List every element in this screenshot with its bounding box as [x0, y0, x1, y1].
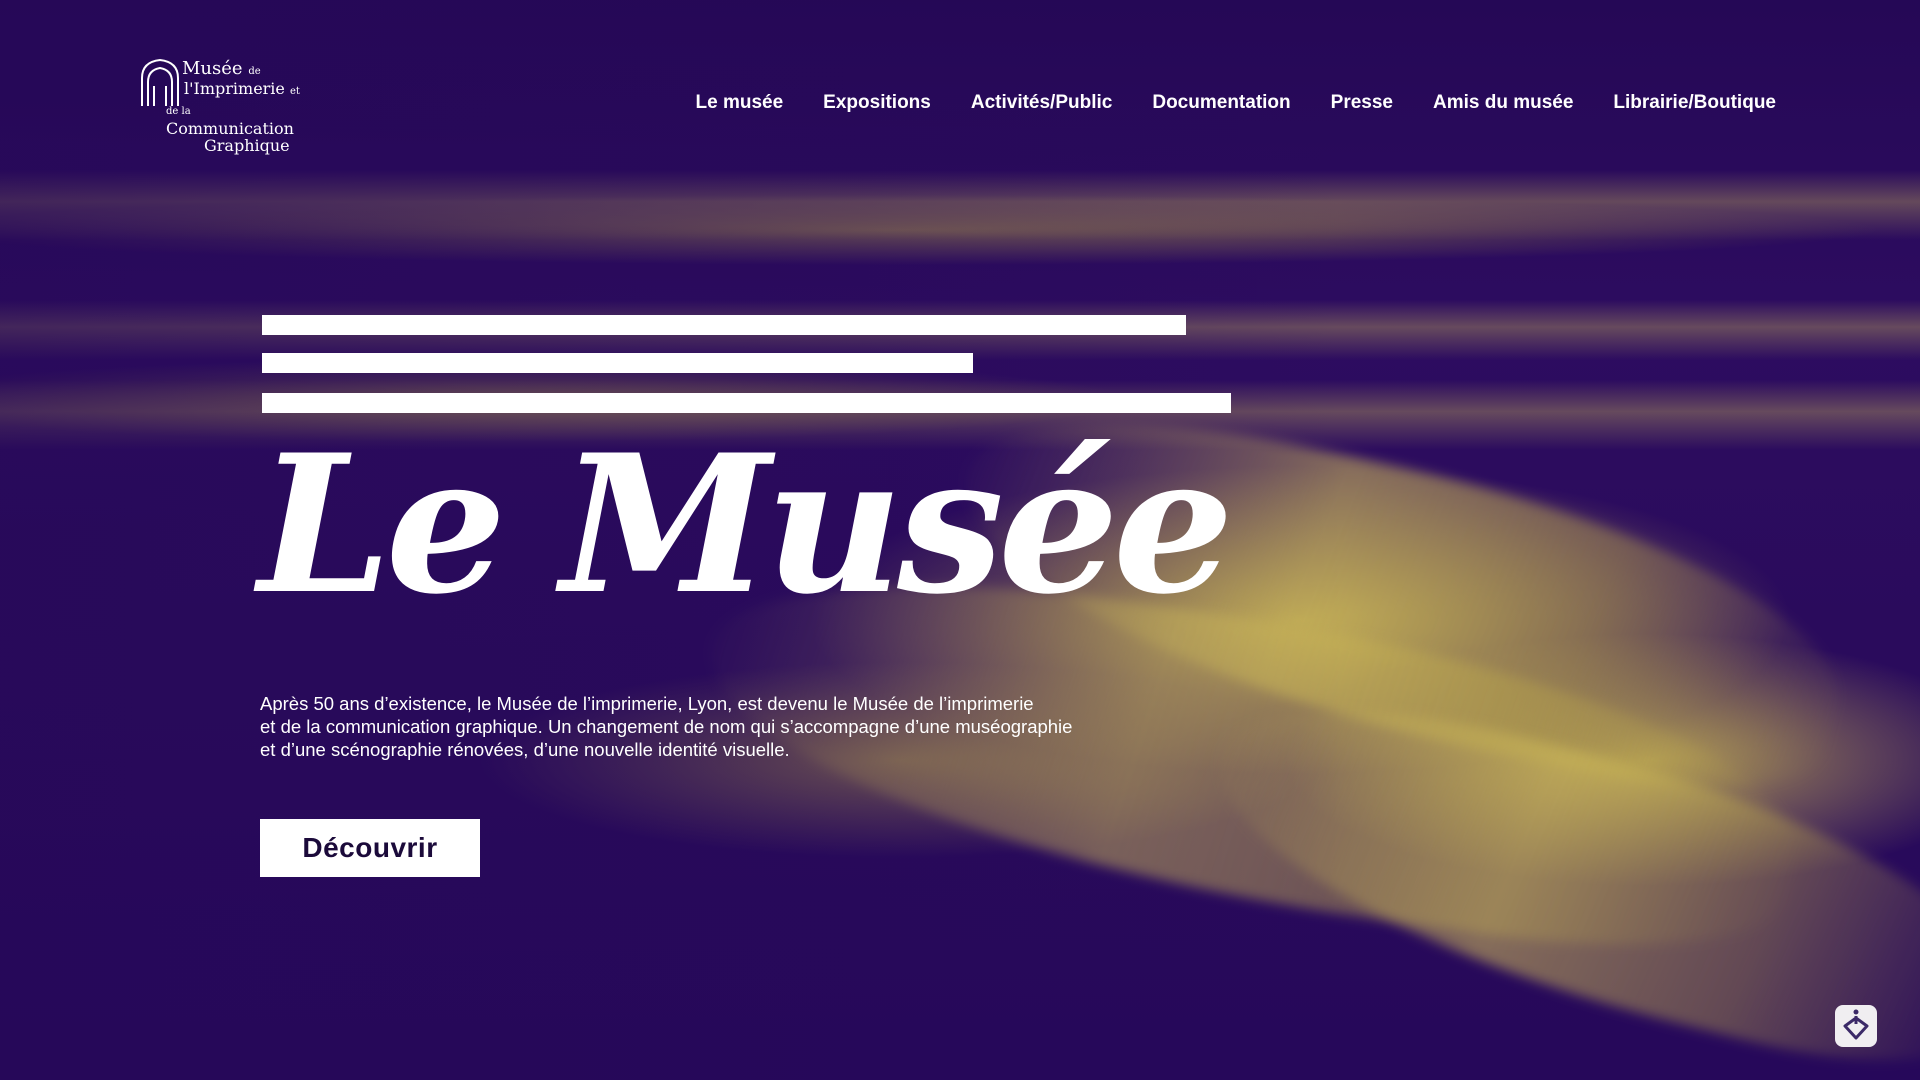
- decorative-line: [262, 315, 1186, 335]
- logo-line-1-small: de: [248, 66, 261, 77]
- discover-button[interactable]: Découvrir: [260, 819, 480, 877]
- logo-line-1: Musée: [182, 58, 243, 79]
- main-nav: Le musée Expositions Activités/Public Do…: [696, 92, 1776, 114]
- nav-item-amis-du-musee[interactable]: Amis du musée: [1433, 92, 1573, 114]
- nav-item-activites-public[interactable]: Activités/Public: [971, 92, 1113, 114]
- accessibility-icon: [1843, 1009, 1869, 1040]
- decorative-line: [262, 353, 973, 373]
- nav-item-documentation[interactable]: Documentation: [1152, 92, 1290, 114]
- page-title: Le Musée: [258, 413, 1234, 636]
- nav-item-le-musee[interactable]: Le musée: [696, 92, 784, 114]
- nav-item-librairie-boutique[interactable]: Librairie/Boutique: [1613, 92, 1776, 114]
- logo-line-2-small: et: [289, 86, 300, 97]
- hero-text-line: Après 50 ans d’existence, le Musée de l’…: [260, 693, 1034, 714]
- nav-item-expositions[interactable]: Expositions: [823, 92, 931, 114]
- nav-item-presse[interactable]: Presse: [1331, 92, 1393, 114]
- museum-logo[interactable]: Musée de l'Imprimerie et de la Communica…: [140, 58, 310, 154]
- logo-line-2: l'Imprimerie: [184, 79, 285, 98]
- hero-description: Après 50 ans d’existence, le Musée de l’…: [260, 692, 1200, 761]
- logo-line-4: Graphique: [204, 136, 290, 155]
- accessibility-widget[interactable]: [1835, 1005, 1877, 1047]
- logo-line-3-small: de la: [166, 106, 191, 117]
- hero-text-line: et d’une scénographie rénovées, d’une no…: [260, 739, 790, 760]
- hero-text-line: et de la communication graphique. Un cha…: [260, 716, 1073, 737]
- logo-wordmark: Musée de l'Imprimerie et de la Communica…: [164, 58, 314, 155]
- decorative-line: [262, 393, 1231, 413]
